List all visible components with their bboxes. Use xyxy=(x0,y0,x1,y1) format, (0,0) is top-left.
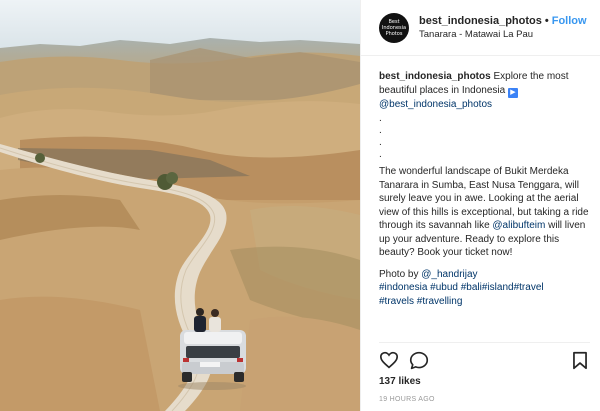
avatar-line: Photos xyxy=(385,30,403,37)
mention-link[interactable]: @alibufteim xyxy=(492,220,545,231)
hashtag[interactable]: #indonesia xyxy=(379,282,427,293)
caption-intro: best_indonesia_photos Explore the most b… xyxy=(379,70,590,111)
hashtag[interactable]: #travelling xyxy=(417,296,463,307)
separator-dot: • xyxy=(544,14,549,27)
photo-credit: Photo by @_handrijay xyxy=(379,268,590,282)
username-link[interactable]: best_indonesia_photos xyxy=(419,15,542,27)
hashtag[interactable]: #ubud xyxy=(430,282,458,293)
dot-line: . xyxy=(379,125,382,136)
caption-body: The wonderful landscape of Bukit Merdeka… xyxy=(379,165,590,260)
header-text: best_indonesia_photos • Follow Tanarara - … xyxy=(419,14,587,42)
hashtag[interactable]: #travel xyxy=(514,282,544,293)
location-link[interactable]: Tanarara - Matawai La Pau xyxy=(419,28,587,42)
hashtag[interactable]: #travels xyxy=(379,296,414,307)
avatar[interactable]: Best Indonesia Photos xyxy=(379,12,409,43)
comment-icon[interactable] xyxy=(409,351,429,375)
instagram-post: Best Indonesia Photos best_indonesia_pho… xyxy=(0,0,600,411)
mention-link[interactable]: @best_indonesia_photos xyxy=(379,99,492,110)
header-top-line: best_indonesia_photos • Follow xyxy=(419,14,587,28)
follow-button[interactable]: Follow xyxy=(552,15,587,27)
play-button-icon: ▶ xyxy=(507,87,518,98)
hashtag[interactable]: #bali xyxy=(461,282,482,293)
heart-icon[interactable] xyxy=(379,351,399,374)
avatar-line: Indonesia xyxy=(381,24,407,31)
hashtag[interactable]: #island xyxy=(482,282,514,293)
post-timestamp: 19 HOURS AGO xyxy=(379,396,435,403)
post-caption: best_indonesia_photos Explore the most b… xyxy=(361,56,600,308)
action-bar xyxy=(379,342,590,373)
photo-by-label: Photo by xyxy=(379,268,419,280)
dot-line: . xyxy=(379,113,382,124)
dot-line: . xyxy=(379,149,382,160)
like-count[interactable]: 137 likes xyxy=(379,376,421,387)
caption-username[interactable]: best_indonesia_photos xyxy=(379,71,491,82)
post-photo[interactable] xyxy=(0,0,360,411)
post-header: Best Indonesia Photos best_indonesia_pho… xyxy=(361,0,600,56)
hashtags: #indonesia #ubud #bali#island#travel #tr… xyxy=(379,281,590,308)
post-sidebar: Best Indonesia Photos best_indonesia_pho… xyxy=(360,0,600,411)
landscape-photo xyxy=(0,0,360,411)
dot-line: . xyxy=(379,137,382,148)
photographer-link[interactable]: @_handrijay xyxy=(421,269,477,280)
bookmark-icon[interactable] xyxy=(572,351,588,375)
caption-dots: . . . . xyxy=(379,113,590,161)
